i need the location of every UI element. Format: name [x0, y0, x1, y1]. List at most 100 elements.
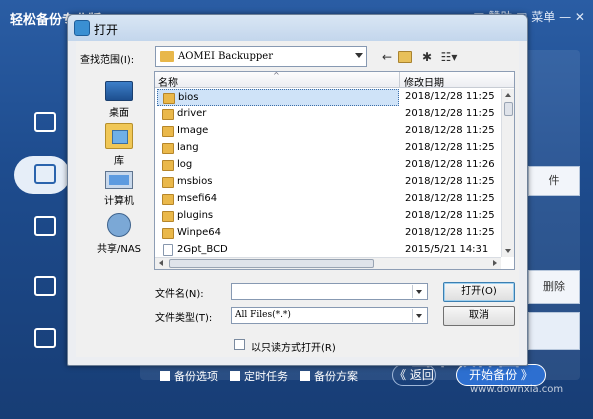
sidebar-item-backup[interactable]: 备	[14, 156, 84, 194]
chevron-down-icon[interactable]	[412, 309, 425, 322]
checkbox-icon	[300, 371, 310, 381]
open-file-dialog: 打开 查找范围(I): AOMEI Backupper ← ✱ ☷▾ 桌面 库 …	[67, 14, 528, 366]
back-arrow-icon[interactable]: ←	[378, 49, 396, 65]
computer-icon	[105, 171, 133, 189]
folder-icon	[163, 93, 175, 104]
app-side-button-1[interactable]: 件	[528, 166, 580, 196]
file-name-cell[interactable]: driver	[157, 106, 399, 123]
filename-input[interactable]	[231, 283, 428, 300]
file-name-cell[interactable]: plugins	[157, 208, 399, 225]
folder-icon	[162, 109, 174, 120]
file-date: 2018/12/28 11:25	[405, 210, 495, 221]
file-row[interactable]: bios 2018/12/28 11:25	[155, 89, 501, 106]
place-library[interactable]: 库	[86, 123, 152, 167]
file-name: log	[177, 159, 193, 170]
library-icon	[105, 123, 133, 149]
cancel-button[interactable]: 取消	[443, 306, 515, 326]
backup-options[interactable]: 备份选项	[160, 368, 218, 384]
scroll-thumb[interactable]	[504, 102, 513, 116]
folder-icon	[162, 160, 174, 171]
dialog-body: 查找范围(I): AOMEI Backupper ← ✱ ☷▾ 桌面 库 计算机	[76, 41, 519, 357]
file-name-cell[interactable]: msefi64	[157, 191, 399, 208]
file-date: 2018/12/28 11:25	[405, 227, 495, 238]
file-date: 2018/12/28 11:25	[405, 108, 495, 119]
folder-icon	[162, 228, 174, 239]
file-list: 名称 ^ 修改日期 bios 2018/12/28 11:25 driver 2018…	[154, 71, 515, 270]
lookin-value: AOMEI Backupper	[178, 51, 273, 62]
sort-up-icon: ^	[273, 71, 280, 80]
dialog-title: 打开	[94, 23, 119, 37]
column-divider[interactable]	[399, 72, 400, 88]
file-name-cell[interactable]: lang	[157, 140, 399, 157]
sidebar-item-home[interactable]: i	[14, 104, 75, 142]
scroll-up-icon[interactable]	[505, 93, 511, 97]
sidebar-item-tools[interactable]: 工	[14, 320, 84, 358]
file-date: 2018/12/28 11:25	[405, 125, 495, 136]
file-row[interactable]: Winpe64 2018/12/28 11:25	[155, 225, 501, 242]
scroll-down-icon[interactable]	[505, 249, 511, 253]
open-button[interactable]: 打开(O)	[443, 282, 515, 302]
file-row[interactable]: driver 2018/12/28 11:25	[155, 106, 501, 123]
file-name: 2Gpt_BCD	[177, 244, 228, 255]
column-date[interactable]: 修改日期	[404, 74, 444, 89]
column-name[interactable]: 名称	[158, 74, 178, 89]
place-network[interactable]: 共享/NAS	[86, 213, 152, 255]
file-row[interactable]: msbios 2018/12/28 11:25	[155, 174, 501, 191]
file-row[interactable]: Image 2018/12/28 11:25	[155, 123, 501, 140]
view-menu-icon[interactable]: ☷▾	[436, 49, 462, 65]
restore-icon	[34, 216, 56, 236]
file-name: driver	[177, 108, 207, 119]
file-name: Winpe64	[177, 227, 222, 238]
app-delete-button[interactable]: 删除	[528, 270, 580, 304]
vertical-scrollbar[interactable]	[501, 89, 514, 257]
folder-icon	[160, 51, 174, 62]
place-computer[interactable]: 计算机	[86, 167, 152, 207]
file-row[interactable]: msefi64 2018/12/28 11:25	[155, 191, 501, 208]
up-folder-icon[interactable]	[398, 51, 412, 63]
lookin-dropdown[interactable]: AOMEI Backupper	[155, 46, 367, 67]
file-name: plugins	[177, 210, 214, 221]
place-desktop[interactable]: 桌面	[86, 77, 152, 119]
dialog-titlebar[interactable]: 打开	[68, 15, 527, 41]
file-date: 2015/5/21 14:31	[405, 244, 489, 255]
folder-icon	[162, 143, 174, 154]
filename-label: 文件名(N):	[155, 289, 204, 300]
backup-icon	[34, 164, 56, 184]
filetype-select[interactable]: All Files(*.*)	[231, 307, 428, 324]
scroll-right-icon[interactable]	[493, 260, 497, 266]
file-row[interactable]: lang 2018/12/28 11:25	[155, 140, 501, 157]
file-row[interactable]: plugins 2018/12/28 11:25	[155, 208, 501, 225]
schedule-option[interactable]: 定时任务	[230, 368, 288, 384]
file-name: lang	[177, 142, 199, 153]
file-date: 2018/12/28 11:25	[405, 91, 495, 102]
file-date: 2018/12/28 11:25	[405, 142, 495, 153]
folder-icon	[162, 194, 174, 205]
sidebar-item-restore[interactable]: 还	[14, 208, 84, 246]
places-bar: 桌面 库 计算机 共享/NAS	[76, 73, 154, 273]
file-name-cell[interactable]: Image	[157, 123, 399, 140]
scheme-option[interactable]: 备份方案	[300, 368, 358, 384]
file-name-cell[interactable]: Winpe64	[157, 225, 399, 242]
file-icon	[163, 244, 173, 256]
monitor-icon	[34, 112, 56, 132]
network-icon	[107, 213, 131, 237]
chevron-down-icon	[355, 53, 363, 58]
scroll-thumb-horizontal[interactable]	[169, 259, 374, 268]
file-name-cell[interactable]: bios	[157, 89, 399, 106]
folder-icon	[162, 126, 174, 137]
sidebar-item-clone[interactable]: 克	[14, 268, 84, 306]
clone-icon	[34, 276, 56, 296]
file-row[interactable]: log 2018/12/28 11:26	[155, 157, 501, 174]
new-folder-icon[interactable]: ✱	[418, 49, 436, 65]
gear-icon	[160, 371, 170, 381]
horizontal-scrollbar[interactable]	[155, 257, 501, 269]
chevron-down-icon[interactable]	[412, 285, 425, 298]
file-name: msbios	[177, 176, 213, 187]
file-name-cell[interactable]: log	[157, 157, 399, 174]
file-name-cell[interactable]: msbios	[157, 174, 399, 191]
file-date: 2018/12/28 11:26	[405, 159, 495, 170]
scroll-left-icon[interactable]	[159, 260, 163, 266]
file-rows: bios 2018/12/28 11:25 driver 2018/12/28 11:…	[155, 89, 501, 259]
file-name: bios	[178, 92, 199, 103]
readonly-checkbox[interactable]	[234, 339, 245, 350]
